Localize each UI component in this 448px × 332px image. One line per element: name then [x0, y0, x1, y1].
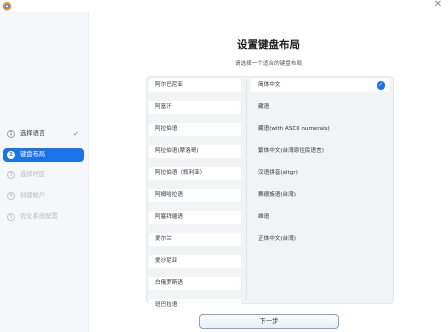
step-select-language[interactable]: 1 选择语言 ✓ — [3, 127, 84, 141]
layout-item[interactable]: 阿尔巴尼亚 — [149, 79, 241, 92]
variant-item[interactable]: 藏语(with ASCII numerals) — [251, 123, 389, 136]
step-optimize-system: 5 优化系统配置 — [3, 210, 84, 224]
sidebar: 1 选择语言 ✓ 2 键盘布局 3 选择时区 4 创建帐户 5 优化系统配置 — [0, 12, 89, 332]
step-number: 5 — [7, 213, 15, 221]
step-label: 键盘布局 — [20, 151, 46, 158]
layout-item[interactable]: 阿富汗 — [149, 101, 241, 114]
close-icon[interactable]: ✕ — [432, 0, 444, 11]
layout-list: 阿尔巴尼亚 阿富汗 阿拉伯语 阿拉伯语(摩洛哥) 阿拉伯语（叙利亚） 阿姆哈拉语… — [149, 79, 241, 321]
installer-icon — [2, 1, 12, 11]
step-number: 4 — [7, 192, 15, 200]
variant-list: 简体中文 ✓ 藏语 藏语(with ASCII numerals) 繁体中文(台… — [251, 79, 389, 255]
layout-item[interactable]: 阿拉伯语(摩洛哥) — [149, 145, 241, 158]
layout-item[interactable]: 爱尔兰 — [149, 233, 241, 246]
next-button[interactable]: 下一步 — [199, 314, 339, 329]
step-label: 选择时区 — [20, 171, 46, 178]
layout-item[interactable]: 阿姆哈拉语 — [149, 189, 241, 202]
variant-item[interactable]: 赛德族语(台湾) — [251, 189, 389, 202]
variant-item-selected[interactable]: 简体中文 ✓ — [251, 79, 389, 92]
step-create-account: 4 创建帐户 — [3, 189, 84, 203]
layout-item[interactable]: 阿塞拜疆语 — [149, 211, 241, 224]
title-bar: ✕ — [0, 0, 448, 12]
variant-label: 简体中文 — [258, 82, 281, 88]
check-icon: ✓ — [73, 130, 79, 138]
selected-check-icon: ✓ — [376, 81, 385, 90]
step-number: 1 — [7, 130, 15, 138]
layout-item[interactable]: 阿拉伯语（叙利亚） — [149, 167, 241, 180]
step-number: 2 — [7, 151, 15, 159]
step-label: 优化系统配置 — [20, 213, 58, 220]
layout-item[interactable]: 白俄罗斯语 — [149, 277, 241, 290]
variant-item[interactable]: 繁体中文(台湾原住民语言) — [251, 145, 389, 158]
variant-item[interactable]: 汉语拼音(altgr) — [251, 167, 389, 180]
layout-item[interactable]: 爱沙尼亚 — [149, 255, 241, 268]
step-label: 选择语言 — [20, 130, 46, 137]
layout-item[interactable]: 班巴拉语 — [149, 299, 241, 312]
page-title: 设置键盘布局 — [237, 39, 300, 51]
step-label: 创建帐户 — [20, 192, 46, 199]
step-keyboard-layout[interactable]: 2 键盘布局 — [3, 148, 84, 162]
page-subtitle: 请选择一个适合的键盘布局 — [234, 61, 303, 67]
layout-item[interactable]: 阿拉伯语 — [149, 123, 241, 136]
variant-item[interactable]: 正体中文(台湾) — [251, 233, 389, 246]
variant-item[interactable]: 维语 — [251, 211, 389, 224]
list-divider — [246, 80, 247, 300]
step-number: 3 — [7, 171, 15, 179]
step-select-timezone: 3 选择时区 — [3, 168, 84, 182]
variant-item[interactable]: 藏语 — [251, 101, 389, 114]
